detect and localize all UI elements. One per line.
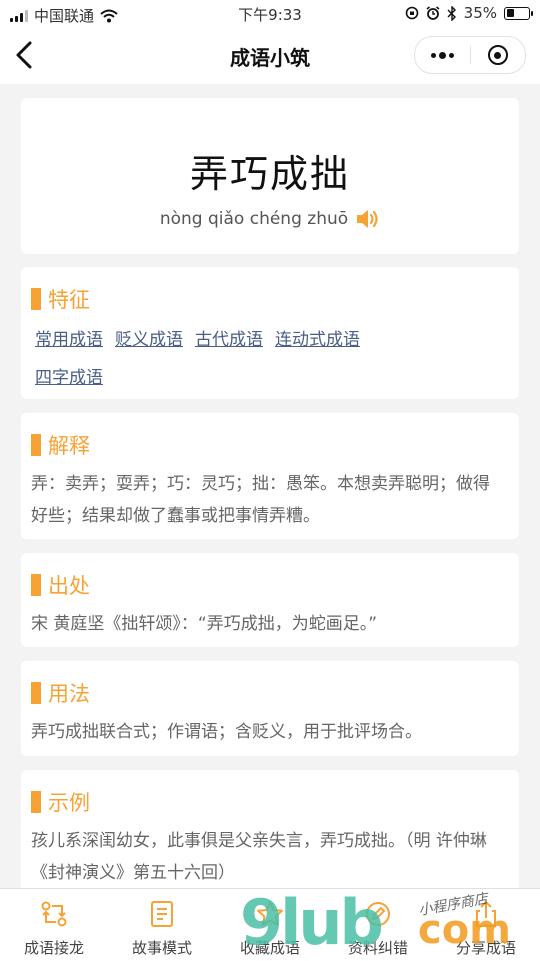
tab-label: 收藏成语 (239, 939, 300, 957)
tab-label: 分享成语 (455, 939, 516, 957)
features-card: 特征 常用成语 贬义成语 古代成语 连动式成语 四字成语 (21, 267, 519, 399)
feature-tags: 常用成语 贬义成语 古代成语 连动式成语 四字成语 (31, 321, 509, 397)
section-title: 用法 (48, 682, 90, 706)
speaker-icon[interactable] (354, 206, 380, 232)
pinyin: nòng qiǎo chéng zhuō (159, 209, 349, 229)
section-header: 特征 (31, 284, 90, 314)
explanation-card: 解释 弄：卖弄；耍弄；巧：灵巧；拙：愚笨。本想卖弄聪明；做得好些；结果却做了蠢事… (21, 413, 519, 539)
section-header: 解释 (31, 430, 90, 460)
section-title: 特征 (48, 288, 90, 312)
example-card: 示例 孩儿系深闺幼女，此事俱是父亲失言，弄巧成拙。（明 许仲琳《封神演义》第五十… (21, 770, 519, 900)
tag-link[interactable]: 贬义成语 (111, 321, 183, 359)
bottom-tab-bar: 成语接龙 故事模式 收藏成语 资料纠错 分享成语 (0, 888, 540, 961)
section-marker (31, 288, 41, 310)
tag-link[interactable]: 连动式成语 (271, 321, 360, 359)
section-header: 用法 (31, 678, 90, 708)
battery-icon (504, 6, 533, 20)
section-title: 示例 (48, 791, 90, 815)
battery-percent: 35% (463, 4, 497, 22)
bluetooth-icon (447, 5, 456, 21)
section-marker (31, 574, 41, 596)
section-title: 解释 (48, 434, 90, 458)
star-icon (257, 901, 283, 926)
status-bar: 中国联通 下午9:33 35% (0, 0, 540, 28)
tab-idiom-chain[interactable]: 成语接龙 (0, 889, 108, 961)
tab-favorites[interactable]: 收藏成语 (216, 889, 324, 961)
close-miniprogram-button[interactable] (470, 37, 525, 73)
pinyin-row: nòng qiǎo chéng zhuō (21, 206, 519, 232)
tag-link[interactable]: 常用成语 (31, 321, 103, 359)
share-icon (476, 900, 496, 927)
tab-label: 资料纠错 (347, 939, 408, 957)
source-text: 宋 黄庭坚《拙轩颂》：“弄巧成拙，为蛇画足。” (31, 614, 378, 634)
tab-error-report[interactable]: 资料纠错 (324, 889, 432, 961)
orientation-lock-icon (405, 6, 418, 20)
more-options-button[interactable] (415, 37, 470, 73)
source-card: 出处 宋 黄庭坚《拙轩颂》：“弄巧成拙，为蛇画足。” (21, 553, 519, 647)
tab-story-mode[interactable]: 故事模式 (108, 889, 216, 961)
status-right: 35% (405, 4, 533, 22)
section-marker (31, 682, 41, 704)
miniprogram-capsule (414, 36, 526, 74)
example-text: 孩儿系深闺幼女，此事俱是父亲失言，弄巧成拙。（明 许仲琳《封神演义》第五十六回） (31, 831, 487, 883)
edit-icon (366, 902, 390, 926)
tab-share[interactable]: 分享成语 (432, 889, 540, 961)
target-icon (487, 45, 508, 65)
swap-icon (41, 901, 67, 927)
section-title: 出处 (48, 574, 90, 598)
idiom-card: 弄巧成拙 nòng qiǎo chéng zhuō (21, 98, 519, 254)
tag-link[interactable]: 四字成语 (31, 359, 103, 397)
usage-text: 弄巧成拙联合式；作谓语；含贬义，用于批评场合。 (31, 722, 422, 742)
alarm-icon (426, 6, 440, 20)
explanation-text: 弄：卖弄；耍弄；巧：灵巧；拙：愚笨。本想卖弄聪明；做得好些；结果却做了蠢事或把事… (31, 474, 490, 526)
section-header: 出处 (31, 570, 90, 600)
usage-card: 用法 弄巧成拙联合式；作谓语；含贬义，用于批评场合。 (21, 661, 519, 756)
idiom-word: 弄巧成拙 (189, 152, 350, 196)
nav-bar: 成语小筑 (0, 28, 540, 84)
section-marker (31, 434, 41, 456)
tag-link[interactable]: 古代成语 (191, 321, 263, 359)
section-header: 示例 (31, 787, 90, 817)
tab-label: 成语接龙 (23, 939, 84, 957)
tab-label: 故事模式 (131, 939, 192, 957)
book-icon (151, 901, 173, 927)
section-marker (31, 791, 41, 813)
